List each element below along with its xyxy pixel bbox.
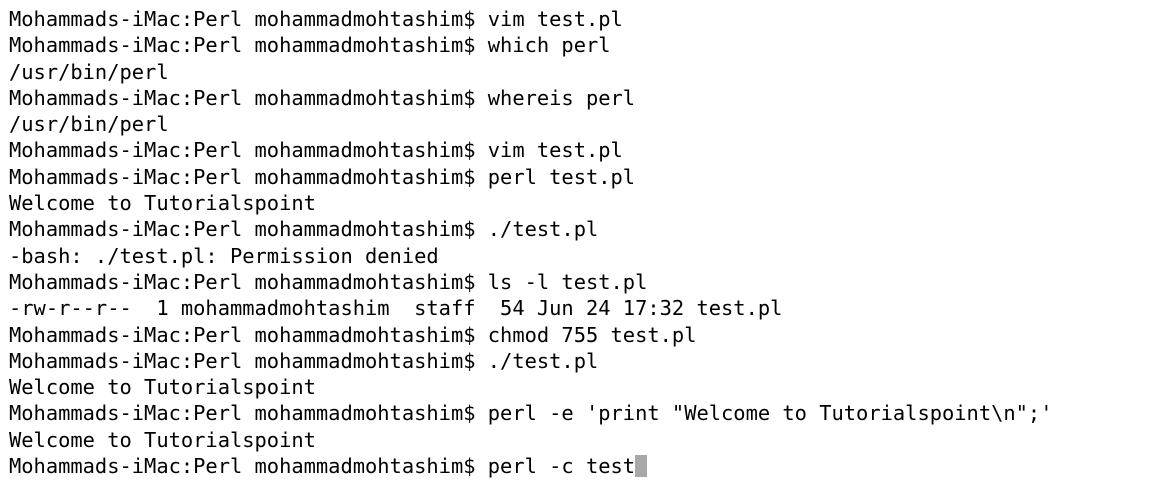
terminal-line: Mohammads-iMac:Perl mohammadmohtashim$ p… [9, 164, 636, 189]
terminal-line: Mohammads-iMac:Perl mohammadmohtashim$ w… [9, 85, 636, 110]
terminal-line: Mohammads-iMac:Perl mohammadmohtashim$ .… [9, 217, 599, 242]
text-cursor [635, 455, 648, 478]
terminal-line: -bash: ./test.pl: Permission denied [9, 243, 439, 268]
terminal-line: Mohammads-iMac:Perl mohammadmohtashim$ l… [9, 269, 648, 294]
terminal-input-line[interactable]: Mohammads-iMac:Perl mohammadmohtashim$ p… [9, 453, 1150, 479]
terminal-line: Mohammads-iMac:Perl mohammadmohtashim$ c… [9, 322, 697, 347]
terminal-line: Mohammads-iMac:Perl mohammadmohtashim$ v… [9, 7, 623, 31]
terminal-window[interactable]: Mohammads-iMac:Perl mohammadmohtashim$ v… [0, 0, 1150, 501]
terminal-line: /usr/bin/perl [9, 112, 169, 137]
terminal-line: /usr/bin/perl [9, 59, 169, 84]
terminal-line: Welcome to Tutorialspoint [9, 375, 316, 400]
terminal-line: -rw-r--r-- 1 mohammadmohtashim staff 54 … [9, 296, 783, 321]
terminal-current-input[interactable]: Mohammads-iMac:Perl mohammadmohtashim$ p… [9, 454, 635, 478]
terminal-line: Mohammads-iMac:Perl mohammadmohtashim$ v… [9, 138, 623, 163]
terminal-line: Mohammads-iMac:Perl mohammadmohtashim$ w… [9, 33, 611, 58]
terminal-line: Welcome to Tutorialspoint [9, 427, 316, 452]
terminal-line: Welcome to Tutorialspoint [9, 191, 316, 216]
terminal-line: Mohammads-iMac:Perl mohammadmohtashim$ .… [9, 348, 599, 373]
terminal-line: Mohammads-iMac:Perl mohammadmohtashim$ p… [9, 401, 1053, 426]
